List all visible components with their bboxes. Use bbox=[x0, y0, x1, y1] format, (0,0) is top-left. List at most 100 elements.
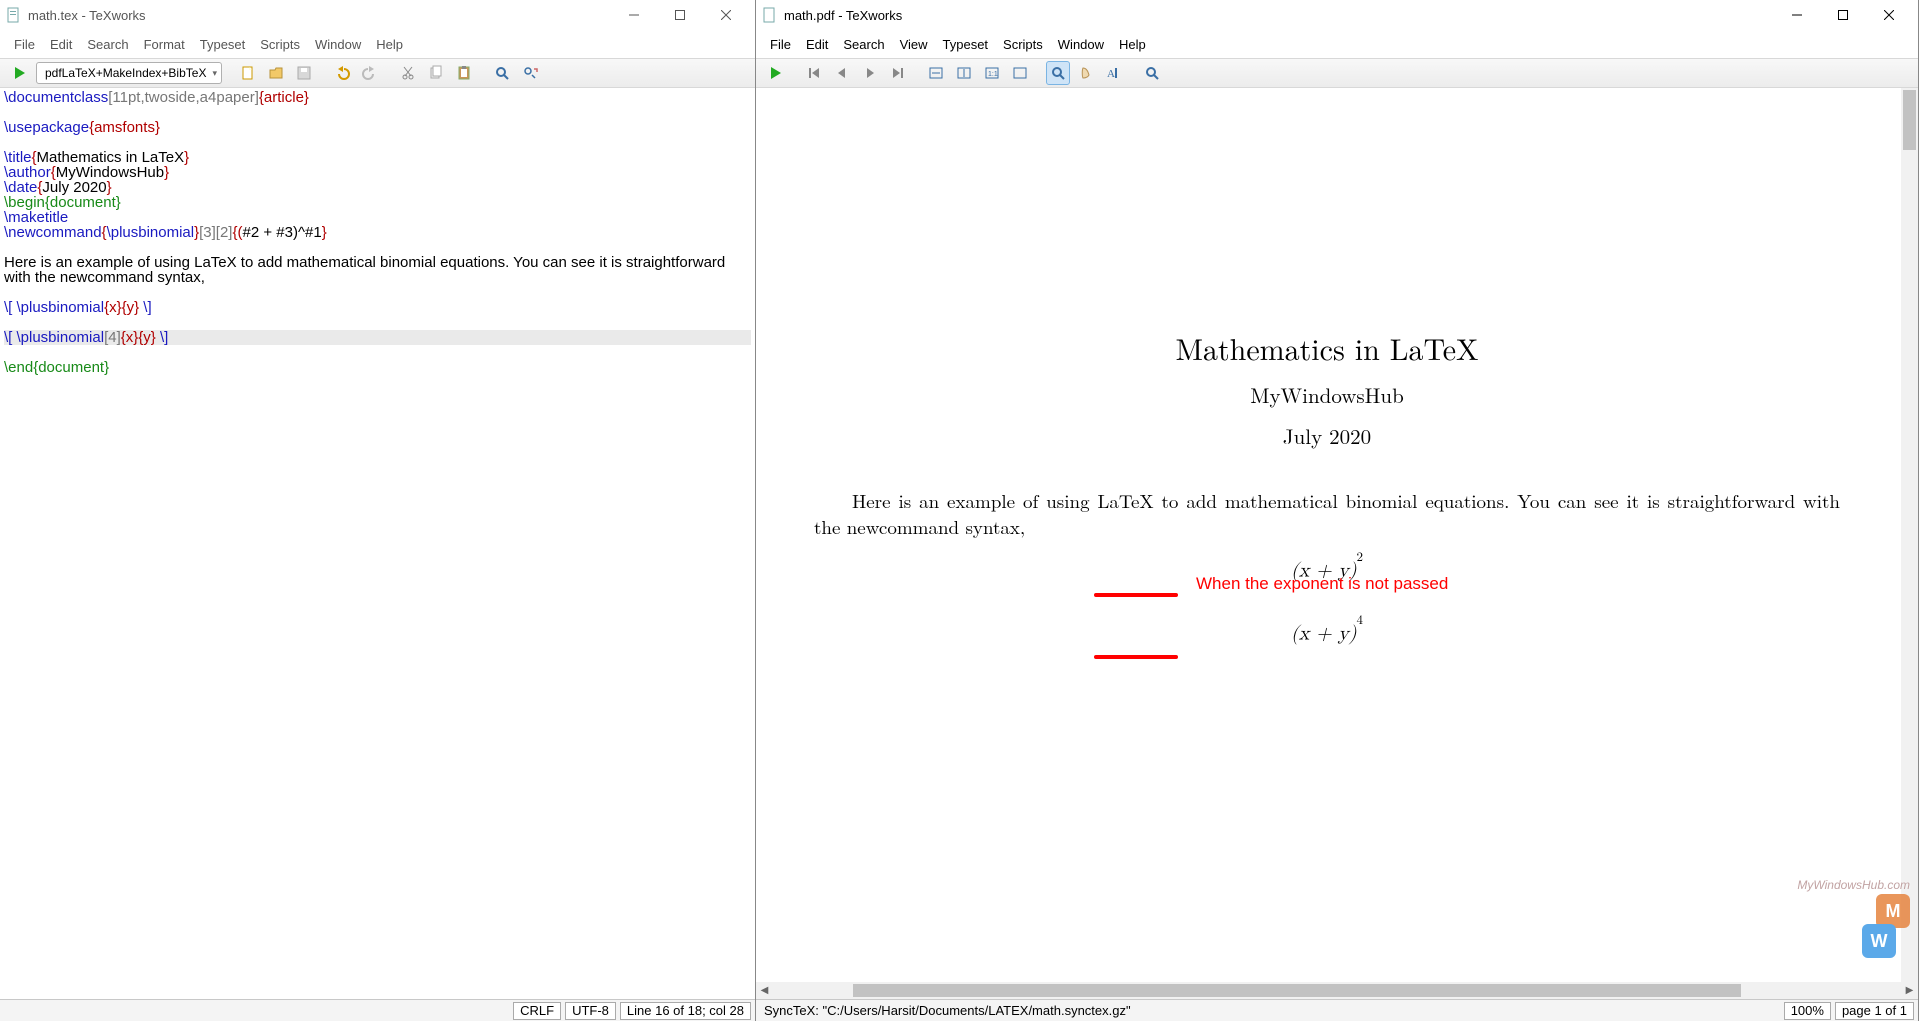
annotation-text: When the exponent is not passed bbox=[1196, 574, 1448, 594]
tok: {amsfonts} bbox=[89, 119, 160, 136]
next-page-button[interactable] bbox=[858, 61, 882, 85]
editor-menubar: File Edit Search Format Typeset Scripts … bbox=[0, 30, 755, 58]
actual-size-button[interactable]: 1:1 bbox=[980, 61, 1004, 85]
tok: #2 + #3)^#1 bbox=[243, 224, 322, 241]
editor-toolbar: pdfLaTeX+MakeIndex+BibTeX▾ bbox=[0, 58, 755, 88]
pdf-menubar: File Edit Search View Typeset Scripts Wi… bbox=[756, 30, 1918, 58]
editor-title: math.tex - TeXworks bbox=[28, 8, 611, 23]
save-file-button[interactable] bbox=[292, 61, 316, 85]
horizontal-scrollbar[interactable]: ◀ ▶ bbox=[756, 982, 1918, 999]
tok: Here is an example of using LaTeX to add… bbox=[4, 254, 725, 286]
menu-view[interactable]: View bbox=[894, 34, 934, 55]
menu-edit[interactable]: Edit bbox=[44, 34, 78, 55]
replace-button[interactable] bbox=[518, 61, 542, 85]
tok: } bbox=[184, 149, 189, 166]
menu-search[interactable]: Search bbox=[837, 34, 890, 55]
pdf-equation-2: (x + y)4 bbox=[756, 621, 1898, 646]
tok: \] bbox=[139, 299, 152, 316]
menu-file[interactable]: File bbox=[8, 34, 41, 55]
menu-window[interactable]: Window bbox=[309, 34, 367, 55]
menu-scripts[interactable]: Scripts bbox=[997, 34, 1049, 55]
svg-text:A: A bbox=[1107, 68, 1115, 80]
tok: } bbox=[322, 224, 327, 241]
status-page[interactable]: page 1 of 1 bbox=[1835, 1002, 1914, 1020]
status-zoom[interactable]: 100% bbox=[1784, 1002, 1831, 1020]
open-file-button[interactable] bbox=[264, 61, 288, 85]
pdf-viewport[interactable]: Mathematics in LaTeX MyWindowsHub July 2… bbox=[756, 88, 1918, 982]
tok: \[ \plusbinomial bbox=[4, 299, 104, 316]
tok: [11pt,twoside,a4paper] bbox=[108, 89, 259, 106]
cut-button[interactable] bbox=[396, 61, 420, 85]
tok: {x}{y} bbox=[121, 329, 156, 346]
pdf-toolbar: 1:1 A bbox=[756, 58, 1918, 88]
close-button[interactable] bbox=[1866, 0, 1912, 30]
svg-text:1:1: 1:1 bbox=[988, 71, 998, 78]
fit-window-button[interactable] bbox=[1008, 61, 1032, 85]
menu-window[interactable]: Window bbox=[1052, 34, 1110, 55]
app-icon bbox=[762, 7, 778, 23]
tok: \newcommand bbox=[4, 224, 102, 241]
minimize-button[interactable] bbox=[611, 0, 657, 30]
close-button[interactable] bbox=[703, 0, 749, 30]
pdf-window: math.pdf - TeXworks File Edit Search Vie… bbox=[756, 0, 1919, 1021]
tok: [4] bbox=[104, 329, 121, 346]
fit-page-button[interactable] bbox=[952, 61, 976, 85]
engine-combo[interactable]: pdfLaTeX+MakeIndex+BibTeX▾ bbox=[36, 62, 222, 84]
status-synctex: SyncTeX: "C:/Users/Harsit/Documents/LATE… bbox=[760, 1003, 1131, 1018]
menu-help[interactable]: Help bbox=[370, 34, 409, 55]
copy-button[interactable] bbox=[424, 61, 448, 85]
new-file-button[interactable] bbox=[236, 61, 260, 85]
last-page-button[interactable] bbox=[886, 61, 910, 85]
pdf-doc-author: MyWindowsHub bbox=[756, 380, 1898, 410]
status-eol[interactable]: CRLF bbox=[513, 1002, 561, 1020]
vertical-scrollbar[interactable] bbox=[1901, 88, 1918, 982]
tok: {article} bbox=[259, 89, 309, 106]
pdf-statusbar: SyncTeX: "C:/Users/Harsit/Documents/LATE… bbox=[756, 999, 1918, 1021]
tok: \] bbox=[156, 329, 169, 346]
tok: \[ \plusbinomial bbox=[4, 329, 104, 346]
find-pdf-button[interactable] bbox=[1140, 61, 1164, 85]
tok: \plusbinomial bbox=[107, 224, 195, 241]
magnify-tool-button[interactable] bbox=[1046, 61, 1070, 85]
undo-button[interactable] bbox=[330, 61, 354, 85]
first-page-button[interactable] bbox=[802, 61, 826, 85]
menu-typeset[interactable]: Typeset bbox=[194, 34, 252, 55]
find-button[interactable] bbox=[490, 61, 514, 85]
maximize-button[interactable] bbox=[657, 0, 703, 30]
app-icon bbox=[6, 7, 22, 23]
select-text-button[interactable]: A bbox=[1102, 61, 1126, 85]
prev-page-button[interactable] bbox=[830, 61, 854, 85]
pdf-title: math.pdf - TeXworks bbox=[784, 8, 1774, 23]
tok: \documentclass bbox=[4, 89, 108, 106]
scroll-left-icon[interactable]: ◀ bbox=[756, 985, 773, 996]
code-editor[interactable]: \documentclass[11pt,twoside,a4paper]{art… bbox=[0, 88, 755, 999]
maximize-button[interactable] bbox=[1820, 0, 1866, 30]
scroll-tool-button[interactable] bbox=[1074, 61, 1098, 85]
watermark: MyWindowsHub.com M W bbox=[1797, 878, 1910, 958]
menu-file[interactable]: File bbox=[764, 34, 797, 55]
fit-width-button[interactable] bbox=[924, 61, 948, 85]
pdf-doc-date: July 2020 bbox=[756, 421, 1898, 451]
minimize-button[interactable] bbox=[1774, 0, 1820, 30]
typeset-button[interactable] bbox=[764, 61, 788, 85]
redo-button[interactable] bbox=[358, 61, 382, 85]
menu-search[interactable]: Search bbox=[81, 34, 134, 55]
status-encoding[interactable]: UTF-8 bbox=[565, 1002, 616, 1020]
editor-statusbar: CRLF UTF-8 Line 16 of 18; col 28 bbox=[0, 999, 755, 1021]
editor-window: math.tex - TeXworks File Edit Search For… bbox=[0, 0, 756, 1021]
menu-scripts[interactable]: Scripts bbox=[254, 34, 306, 55]
scroll-right-icon[interactable]: ▶ bbox=[1901, 985, 1918, 996]
menu-typeset[interactable]: Typeset bbox=[937, 34, 995, 55]
annotation-underline-2 bbox=[1094, 655, 1178, 659]
chevron-down-icon: ▾ bbox=[212, 68, 217, 79]
annotation-underline-1 bbox=[1094, 593, 1178, 597]
typeset-button[interactable] bbox=[8, 61, 32, 85]
tok: \end{document} bbox=[4, 359, 109, 376]
menu-help[interactable]: Help bbox=[1113, 34, 1152, 55]
paste-button[interactable] bbox=[452, 61, 476, 85]
menu-edit[interactable]: Edit bbox=[800, 34, 834, 55]
status-cursor[interactable]: Line 16 of 18; col 28 bbox=[620, 1002, 751, 1020]
pdf-titlebar: math.pdf - TeXworks bbox=[756, 0, 1918, 30]
tok: {( bbox=[232, 224, 242, 241]
menu-format[interactable]: Format bbox=[138, 34, 191, 55]
